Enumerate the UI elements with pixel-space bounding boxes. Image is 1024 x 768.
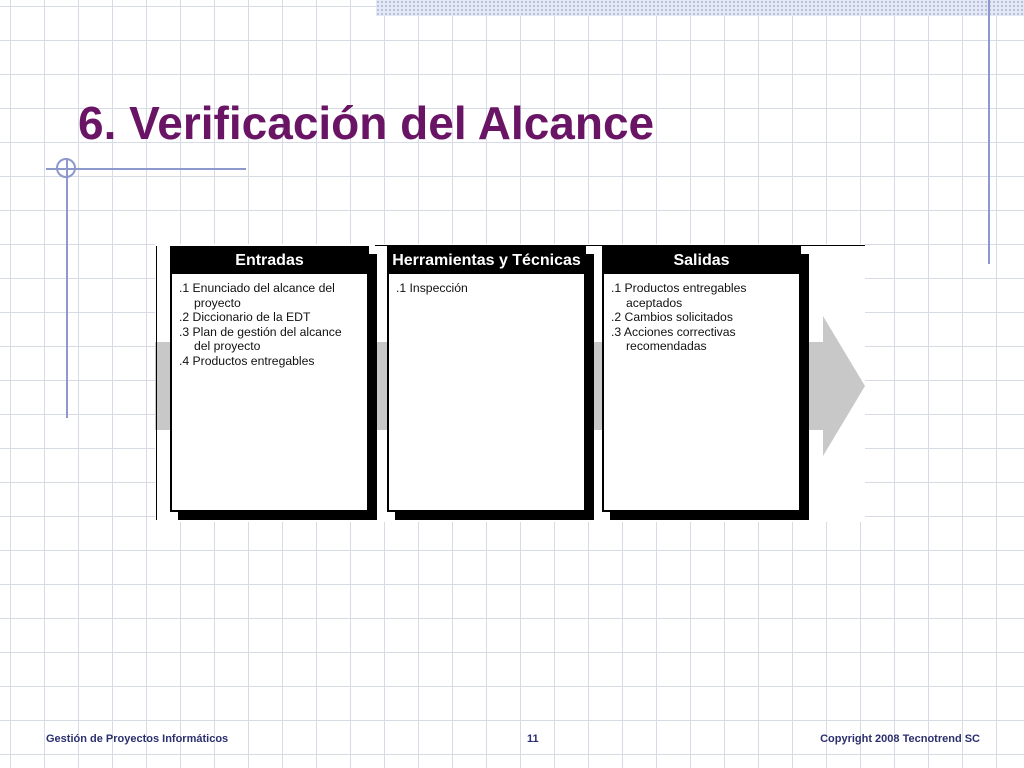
footer-copyright: Copyright 2008 Tecnotrend SC [820,733,980,745]
list-item: .3 Acciones correctivas recomendadas [611,324,736,354]
slide-title: 6. Verificación del Alcance [78,97,655,149]
list-item: .1 Inspección [396,281,468,295]
process-diagram: Entradas .1 Enunciado del alcance del pr… [155,244,865,522]
panel-herramientas: Herramientas y Técnicas .1 Inspección [387,246,594,520]
list-item: .4 Productos entregables [179,353,315,368]
list-item: .2 Diccionario de la EDT [179,310,311,324]
list-item: .1 Productos entregables aceptados [611,281,747,310]
decorative-vertical-line-left [66,158,68,418]
panel-box: Herramientas y Técnicas .1 Inspección [387,246,586,512]
panel-list-herramientas: .1 Inspección [389,274,584,296]
panel-entradas: Entradas .1 Enunciado del alcance del pr… [170,246,377,520]
list-item: .2 Cambios solicitados [611,310,733,324]
panel-box: Entradas .1 Enunciado del alcance del pr… [170,246,369,512]
top-decorative-band [376,0,1024,16]
footer-page-number: 11 [527,733,539,745]
panel-header-salidas: Salidas [604,248,799,274]
panel-box: Salidas .1 Productos entregables aceptad… [602,246,801,512]
panel-list-salidas: .1 Productos entregables aceptados .2 Ca… [604,274,799,354]
list-item: .1 Enunciado del alcance del proyecto [179,281,335,310]
decorative-vertical-line-right [988,0,990,264]
panel-header-entradas: Entradas [172,248,367,274]
panel-salidas: Salidas .1 Productos entregables aceptad… [602,246,809,520]
list-item: .3 Plan de gestión del alcance del proye… [179,324,342,354]
panel-header-herramientas: Herramientas y Técnicas [389,248,584,274]
diagram-left-border [156,246,157,520]
panel-list-entradas: .1 Enunciado del alcance del proyecto .2… [172,274,367,368]
decorative-horizontal-line [46,168,246,170]
footer-course-title: Gestión de Proyectos Informáticos [46,733,229,745]
decorative-circle-icon [56,158,76,178]
